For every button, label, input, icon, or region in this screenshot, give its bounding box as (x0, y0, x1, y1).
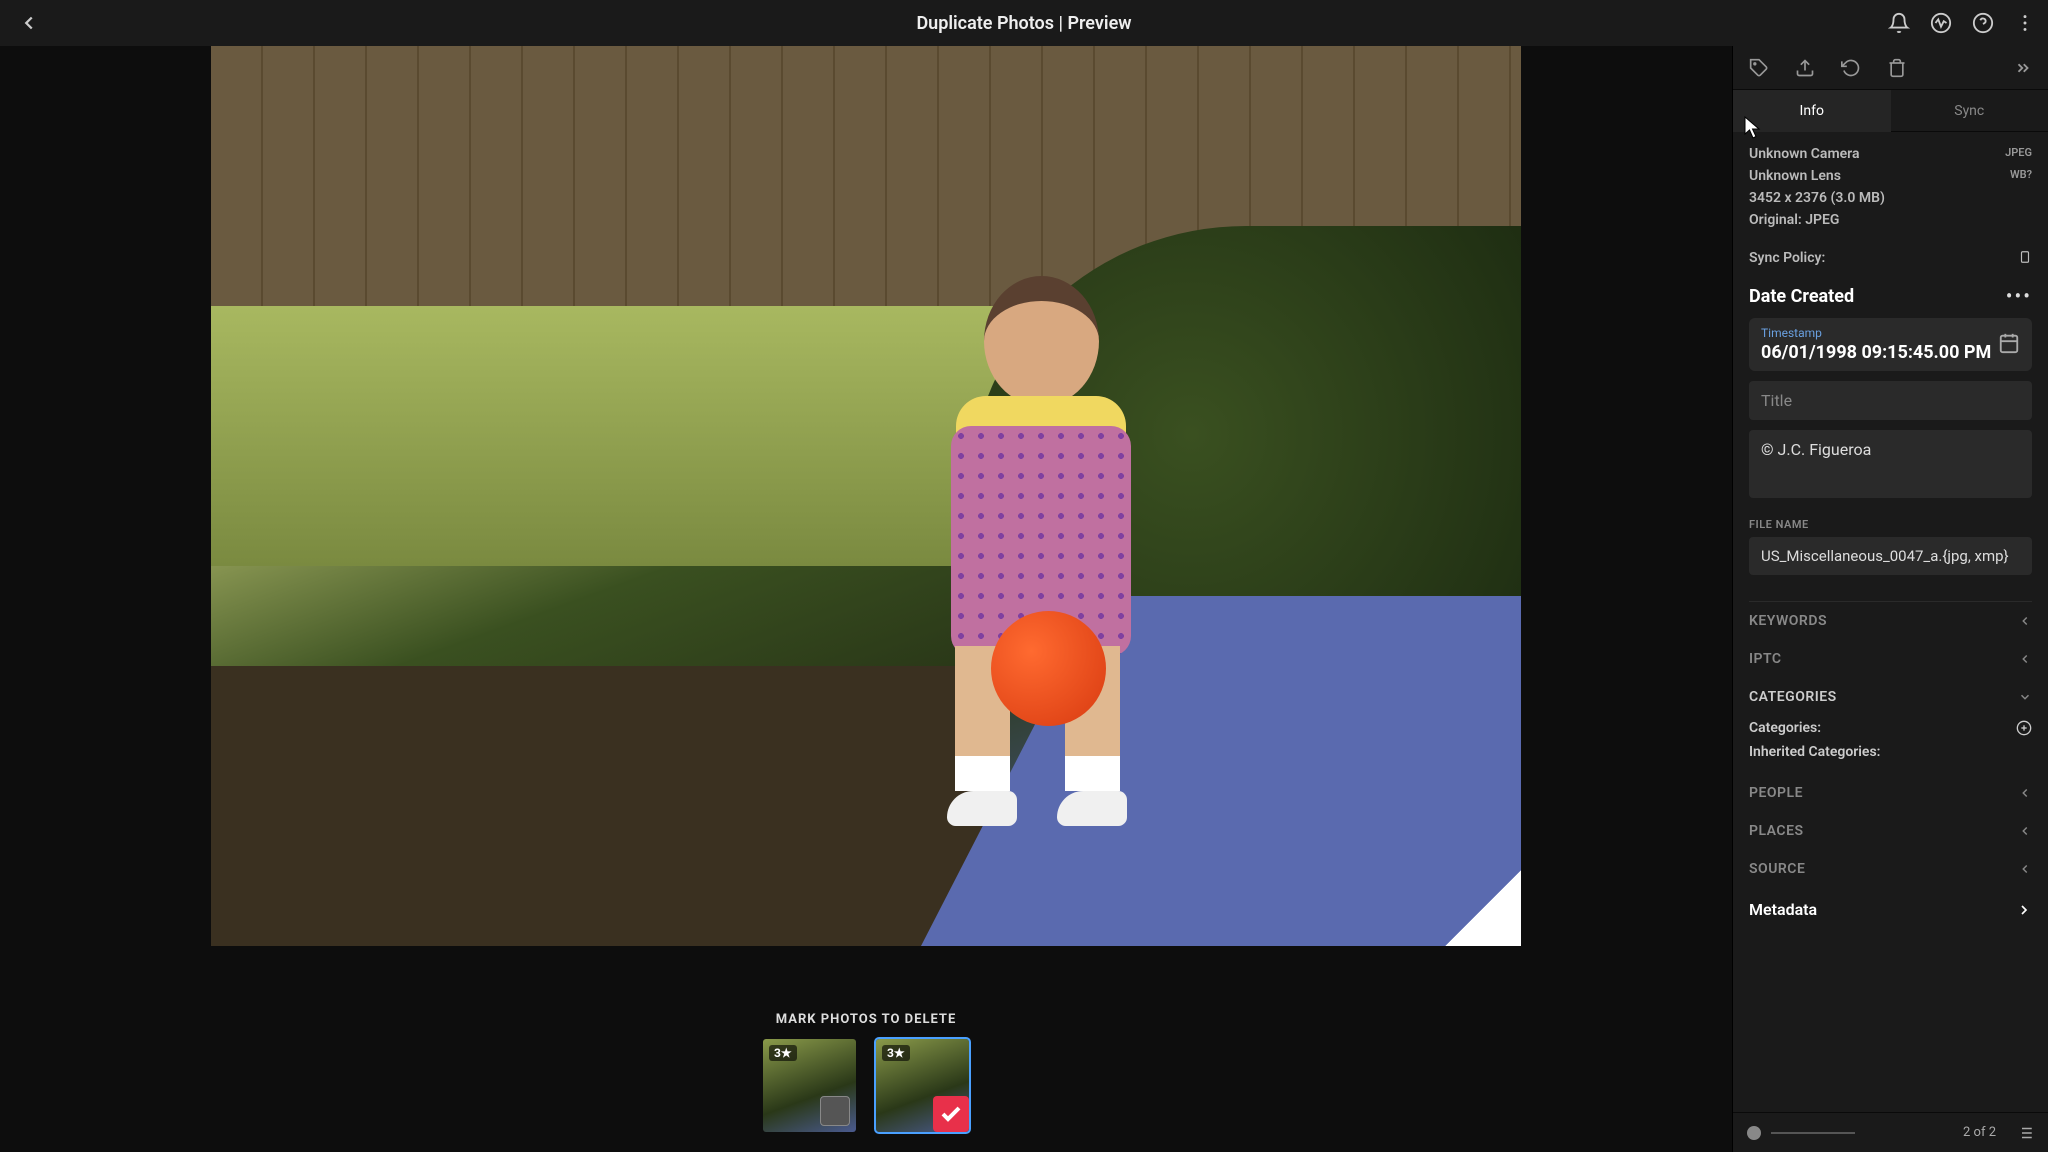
chevron-right-icon (2016, 902, 2032, 918)
sync-policy-icon (2018, 250, 2032, 266)
undo-icon[interactable] (1841, 58, 1861, 78)
meta-camera: Unknown Camera JPEG (1749, 146, 2032, 162)
activity-icon[interactable] (1930, 12, 1952, 34)
section-categories[interactable]: CATEGORIES (1749, 678, 2032, 716)
section-people[interactable]: PEOPLE (1749, 774, 2032, 812)
copyright-input[interactable]: © J.C. Figueroa (1749, 430, 2032, 498)
thumb-mark-checkbox[interactable] (820, 1096, 850, 1126)
chevron-left-icon (2018, 862, 2032, 876)
thumb-mark-checkbox[interactable] (933, 1096, 969, 1132)
info-panel: Info Sync Unknown Camera JPEG Unknown Le… (1732, 46, 2048, 1152)
chevron-down-icon (2018, 690, 2032, 704)
panel-toolbar (1733, 46, 2048, 90)
title-input[interactable]: Title (1749, 381, 2032, 420)
list-view-icon[interactable] (2016, 1124, 2034, 1142)
trash-icon[interactable] (1887, 58, 1907, 78)
item-counter: 2 of 2 (1963, 1125, 1996, 1140)
panel-tabs: Info Sync (1733, 90, 2048, 132)
page-title: Duplicate Photos | Preview (916, 13, 1131, 34)
more-vertical-icon[interactable] (2014, 12, 2036, 34)
main-area: MARK PHOTOS TO DELETE 3★ 3★ (0, 46, 2048, 1152)
section-source[interactable]: SOURCE (1749, 850, 2032, 888)
date-more-icon[interactable]: ••• (2006, 284, 2032, 308)
inherited-categories-line: Inherited Categories: (1749, 740, 2032, 764)
preview-photo[interactable] (211, 46, 1521, 946)
tab-sync[interactable]: Sync (1891, 90, 2048, 132)
zoom-slider-track[interactable] (1771, 1132, 1855, 1134)
section-metadata[interactable]: Metadata (1749, 888, 2032, 925)
wb-badge: WB? (2010, 168, 2032, 181)
section-iptc[interactable]: IPTC (1749, 640, 2032, 678)
date-created-heading: Date Created (1749, 286, 1854, 307)
tab-info[interactable]: Info (1733, 90, 1891, 132)
section-keywords[interactable]: KEYWORDS (1749, 601, 2032, 640)
photo-viewer: MARK PHOTOS TO DELETE 3★ 3★ (0, 46, 1732, 1152)
categories-line: Categories: (1749, 716, 2032, 740)
chevron-left-icon (2018, 614, 2032, 628)
filmstrip-label: MARK PHOTOS TO DELETE (776, 1012, 957, 1027)
bell-icon[interactable] (1888, 12, 1910, 34)
sync-policy-row[interactable]: Sync Policy: (1749, 250, 2032, 266)
timestamp-label: Timestamp (1761, 326, 2020, 340)
meta-dimensions: 3452 x 2376 (3.0 MB) (1749, 190, 2032, 206)
app-header: Duplicate Photos | Preview (0, 0, 2048, 46)
filename-value[interactable]: US_Miscellaneous_0047_a.{jpg, xmp} (1749, 537, 2032, 575)
timestamp-value: 06/01/1998 09:15:45.00 PM (1761, 342, 2020, 363)
panel-footer: 2 of 2 (1733, 1112, 2048, 1152)
add-category-icon[interactable] (2016, 720, 2032, 736)
thumb-rating-badge: 3★ (882, 1045, 910, 1061)
back-button[interactable] (12, 6, 46, 40)
help-icon[interactable] (1972, 12, 1994, 34)
tag-icon[interactable] (1749, 58, 1769, 78)
meta-lens: Unknown Lens WB? (1749, 168, 2032, 184)
thumbnail[interactable]: 3★ (876, 1039, 969, 1132)
expand-icon[interactable] (2014, 59, 2032, 77)
thumbnail[interactable]: 3★ (763, 1039, 856, 1132)
format-badge: JPEG (2005, 146, 2032, 159)
filename-label: FILE NAME (1749, 518, 2032, 531)
filmstrip: 3★ 3★ (763, 1039, 969, 1152)
calendar-icon[interactable] (1998, 332, 2020, 354)
meta-original: Original: JPEG (1749, 212, 2032, 228)
chevron-left-icon (2018, 786, 2032, 800)
section-places[interactable]: PLACES (1749, 812, 2032, 850)
chevron-left-icon (2018, 652, 2032, 666)
timestamp-field[interactable]: Timestamp 06/01/1998 09:15:45.00 PM (1749, 318, 2032, 371)
chevron-left-icon (2018, 824, 2032, 838)
thumb-rating-badge: 3★ (769, 1045, 797, 1061)
upload-icon[interactable] (1795, 58, 1815, 78)
zoom-slider-handle[interactable] (1747, 1126, 1761, 1140)
